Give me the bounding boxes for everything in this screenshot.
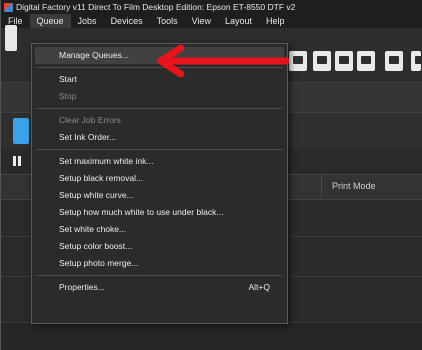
- column-header-print-mode[interactable]: Print Mode: [332, 181, 376, 191]
- media-icon[interactable]: [335, 51, 353, 71]
- menu-item-setup-white-curve[interactable]: Setup white curve...: [35, 187, 284, 204]
- printer-icon[interactable]: [289, 51, 307, 71]
- queue-tab-active[interactable]: [13, 118, 29, 144]
- pause-icon[interactable]: [13, 156, 21, 166]
- menu-separator: [36, 275, 283, 276]
- menu-item-properties[interactable]: Properties... Alt+Q: [35, 279, 284, 296]
- menu-queue[interactable]: Queue: [29, 14, 71, 28]
- window-title: Digital Factory v11 Direct To Film Deskt…: [16, 2, 296, 12]
- menu-item-setup-photo-merge[interactable]: Setup photo merge...: [35, 255, 284, 272]
- menu-separator: [36, 67, 283, 68]
- status-bar: [1, 322, 422, 350]
- menu-item-set-max-white-ink[interactable]: Set maximum white ink...: [35, 153, 284, 170]
- menu-tools[interactable]: Tools: [150, 14, 185, 28]
- menu-item-set-white-choke[interactable]: Set white choke...: [35, 221, 284, 238]
- app-logo-icon: [4, 2, 13, 12]
- queue-menu-dropdown: Manage Queues... Start Stop Clear Job Er…: [31, 43, 288, 324]
- menu-item-properties-label: Properties...: [59, 282, 105, 292]
- menu-devices[interactable]: Devices: [104, 14, 150, 28]
- app-window: Digital Factory v11 Direct To Film Deskt…: [0, 0, 422, 350]
- device-icon[interactable]: [357, 51, 375, 71]
- menu-item-clear-job-errors[interactable]: Clear Job Errors: [35, 112, 284, 129]
- menu-item-setup-color-boost[interactable]: Setup color boost...: [35, 238, 284, 255]
- menu-item-set-ink-order[interactable]: Set Ink Order...: [35, 129, 284, 146]
- menu-view[interactable]: View: [185, 14, 218, 28]
- more-icon[interactable]: [411, 51, 422, 71]
- menu-item-properties-shortcut: Alt+Q: [248, 282, 271, 292]
- menu-separator: [36, 108, 283, 109]
- menu-bar: File Queue Jobs Devices Tools View Layou…: [1, 14, 422, 28]
- title-bar: Digital Factory v11 Direct To Film Deskt…: [1, 0, 422, 14]
- ink-icon[interactable]: [385, 51, 403, 71]
- column-divider[interactable]: [321, 174, 322, 198]
- menu-separator: [36, 149, 283, 150]
- menu-item-manage-queues[interactable]: Manage Queues...: [35, 47, 284, 64]
- export-icon[interactable]: [313, 51, 331, 71]
- menu-jobs[interactable]: Jobs: [71, 14, 104, 28]
- menu-item-setup-white-under-black[interactable]: Setup how much white to use under black.…: [35, 204, 284, 221]
- new-document-icon[interactable]: [5, 25, 17, 51]
- menu-item-start[interactable]: Start: [35, 71, 284, 88]
- menu-layout[interactable]: Layout: [218, 14, 259, 28]
- menu-item-stop[interactable]: Stop: [35, 88, 284, 105]
- menu-help[interactable]: Help: [259, 14, 292, 28]
- menu-item-setup-black-removal[interactable]: Setup black removal...: [35, 170, 284, 187]
